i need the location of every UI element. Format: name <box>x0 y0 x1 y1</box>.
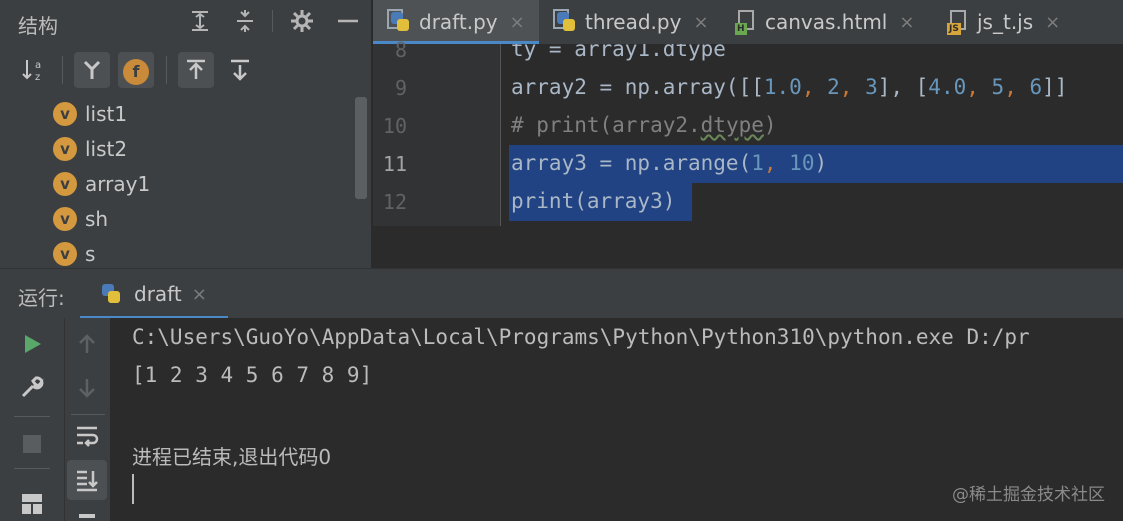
stop-icon[interactable] <box>12 424 52 464</box>
collapse-all-icon[interactable] <box>232 8 258 34</box>
close-icon[interactable]: × <box>899 12 914 33</box>
line-number: 8 <box>394 38 407 62</box>
close-icon[interactable]: × <box>510 12 525 33</box>
tree-item-label: sh <box>85 207 109 231</box>
soft-wrap-icon[interactable] <box>67 416 107 456</box>
show-inherited-icon[interactable] <box>74 52 110 88</box>
toolbar-divider <box>14 468 50 469</box>
svg-text:z: z <box>35 72 40 83</box>
structure-header: 结构 <box>0 0 371 44</box>
toolbar-divider <box>14 416 50 417</box>
structure-title: 结构 <box>18 14 58 38</box>
line-number: 10 <box>382 114 407 138</box>
toolbar-divider <box>166 56 167 84</box>
python-icon <box>100 282 122 306</box>
svg-text:a: a <box>35 60 41 71</box>
scroll-to-end-icon[interactable] <box>67 460 107 500</box>
tab-label: draft.py <box>419 10 498 34</box>
code-line: array2 = np.array([[1.0, 2, 3], [4.0, 5,… <box>511 75 1068 99</box>
tree-item[interactable]: v sh <box>53 203 108 235</box>
line-number: 11 <box>382 152 407 176</box>
tree-item-label: s <box>85 242 96 266</box>
line-number-gutter: 8 9 10 11 12 <box>373 38 500 226</box>
toolbar-divider <box>71 414 105 415</box>
rerun-icon[interactable] <box>12 324 52 364</box>
wrench-icon[interactable] <box>12 367 52 407</box>
variable-icon: v <box>53 137 77 161</box>
code-line: ty = array1.dtype <box>511 44 726 61</box>
console-line: C:\Users\GuoYo\AppData\Local\Programs\Py… <box>132 325 1030 349</box>
structure-tree: v list1 v list2 v array1 v sh v s <box>0 95 371 268</box>
structure-panel: 结构 az f v list1 v list2 v array1 v sh v … <box>0 0 371 268</box>
arrow-up-icon[interactable] <box>67 324 107 364</box>
close-icon[interactable]: × <box>693 12 708 33</box>
code-line: print(array3) <box>511 189 676 213</box>
line-number: 9 <box>394 76 407 100</box>
code-line: array3 = np.arange(1, 10) <box>511 151 828 175</box>
print-icon[interactable] <box>67 504 107 521</box>
tab-js-t-js[interactable]: JS js_t.js × <box>931 0 1123 44</box>
tab-label: thread.py <box>585 10 682 34</box>
html-file-icon: H <box>735 9 757 35</box>
structure-toolbar: az f <box>0 48 371 92</box>
scroll-from-source-icon[interactable] <box>178 52 214 88</box>
variable-icon: v <box>53 207 77 231</box>
run-toolbar-primary <box>0 318 64 521</box>
tab-canvas-html[interactable]: H canvas.html × <box>719 0 929 44</box>
minimize-icon[interactable] <box>335 8 361 34</box>
tab-thread-py[interactable]: thread.py × <box>539 0 717 44</box>
tree-item[interactable]: v s <box>53 238 95 270</box>
tree-scrollbar[interactable] <box>355 97 367 199</box>
tree-item[interactable]: v list1 <box>53 98 127 130</box>
text-caret <box>132 474 134 504</box>
header-divider <box>272 10 273 32</box>
run-toolbar-secondary <box>64 318 110 521</box>
close-icon[interactable]: × <box>1045 12 1060 33</box>
tab-label: js_t.js <box>977 10 1034 34</box>
run-panel-header: 运行: draft × <box>0 268 1123 319</box>
editor-tab-bar: draft.py × thread.py × H canvas.html × J… <box>373 0 1123 44</box>
run-title: 运行: <box>18 286 65 310</box>
code-editor[interactable]: ty = array1.dtype array2 = np.array([[1.… <box>501 44 1123 226</box>
tree-item-label: array1 <box>85 172 151 196</box>
arrow-down-icon[interactable] <box>67 368 107 408</box>
console-output[interactable]: C:\Users\GuoYo\AppData\Local\Programs\Py… <box>110 318 1123 521</box>
variable-icon: v <box>53 172 77 196</box>
tab-label: canvas.html <box>765 10 888 34</box>
run-tab-label: draft <box>134 282 182 306</box>
layout-icon[interactable] <box>12 484 52 521</box>
sort-alphabetically-icon[interactable]: az <box>16 52 52 88</box>
code-line: # print(array2.dtype) <box>511 113 777 137</box>
variable-icon: v <box>53 242 77 266</box>
line-number: 12 <box>382 190 407 214</box>
python-file-icon <box>387 9 411 34</box>
editor-empty-area <box>373 226 1123 268</box>
tree-item-label: list1 <box>85 102 128 126</box>
python-file-icon <box>553 9 577 34</box>
tree-item[interactable]: v list2 <box>53 133 127 165</box>
scroll-to-source-icon[interactable] <box>222 52 258 88</box>
js-file-icon: JS <box>947 9 969 35</box>
toolbar-divider <box>62 56 63 84</box>
watermark: @稀土掘金技术社区 <box>952 485 1105 505</box>
variable-icon: v <box>53 102 77 126</box>
close-icon[interactable]: × <box>192 284 207 305</box>
tree-item[interactable]: v array1 <box>53 168 150 200</box>
gear-icon[interactable] <box>289 8 315 34</box>
run-tab-draft[interactable]: draft × <box>80 269 228 319</box>
console-line: [1 2 3 4 5 6 7 8 9] <box>132 363 373 387</box>
console-line: 进程已结束,退出代码0 <box>132 445 332 469</box>
show-fields-icon[interactable]: f <box>118 52 154 88</box>
expand-all-icon[interactable] <box>187 8 213 34</box>
tree-item-label: list2 <box>85 137 128 161</box>
